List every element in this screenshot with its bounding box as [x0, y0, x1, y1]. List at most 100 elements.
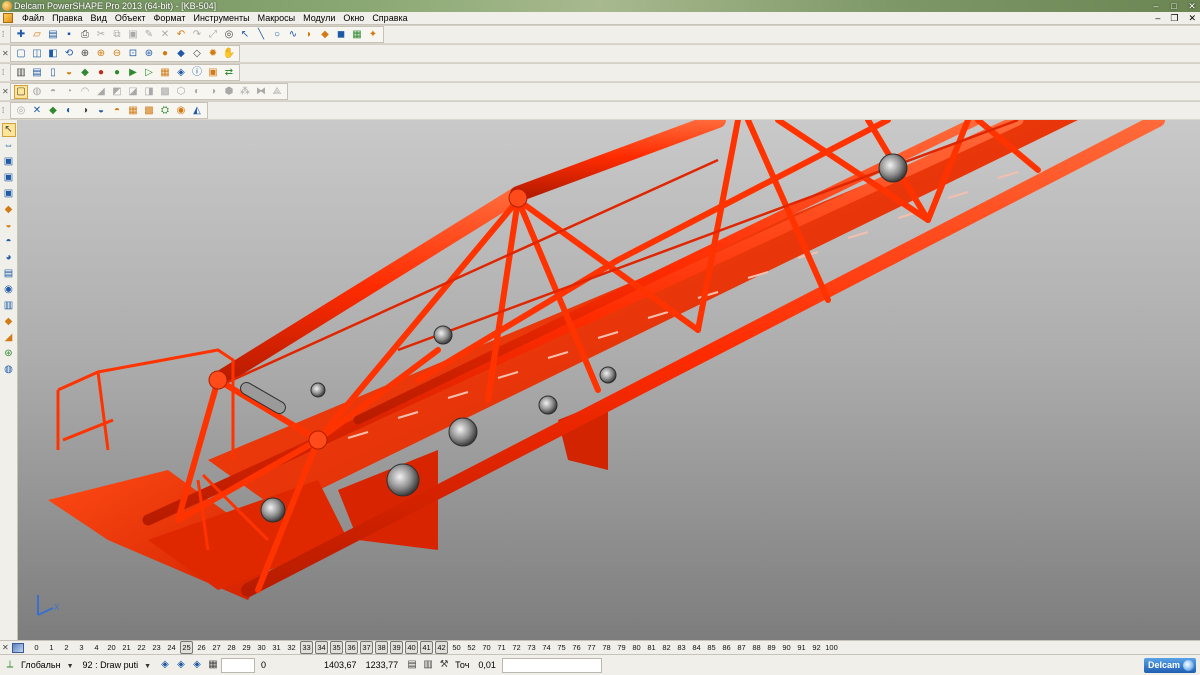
levels-close-icon[interactable]: ✕ — [2, 643, 12, 652]
copy-icon[interactable]: ⧉ — [110, 28, 124, 42]
mesh-icon[interactable]: ▩ — [158, 85, 172, 99]
offset-icon[interactable]: ◑ — [206, 85, 220, 99]
toolbar-grip[interactable]: ⁞ — [2, 30, 8, 39]
level-button-87[interactable]: 87 — [735, 642, 748, 653]
edit-icon[interactable]: ✎ — [142, 28, 156, 42]
toolbar-close-icon[interactable]: ✕ — [2, 49, 9, 58]
level-button-31[interactable]: 31 — [270, 642, 283, 653]
level-button-85[interactable]: 85 — [705, 642, 718, 653]
maximize-button[interactable]: □ — [1168, 1, 1180, 11]
menu-help[interactable]: Справка — [368, 12, 411, 25]
select-arrow-icon[interactable]: ↖ — [1, 123, 16, 137]
level-button-73[interactable]: 73 — [525, 642, 538, 653]
level-button-24[interactable]: 24 — [165, 642, 178, 653]
binoculars-icon[interactable]: ◎ — [222, 28, 236, 42]
level-button-74[interactable]: 74 — [540, 642, 553, 653]
document-icon[interactable] — [3, 13, 13, 23]
level-button-4[interactable]: 4 — [90, 642, 103, 653]
electrode-icon[interactable]: ▣ — [206, 66, 220, 80]
red-ball-icon[interactable]: ● — [94, 66, 108, 80]
globe-tool-icon[interactable]: ⊛ — [2, 347, 16, 361]
graphics-viewport[interactable]: X — [18, 120, 1200, 640]
open-model-icon[interactable]: ▤ — [46, 28, 60, 42]
level-select[interactable]: 92 : Draw puti ▼ — [80, 658, 154, 673]
block-icon[interactable]: ▥ — [2, 299, 16, 313]
save-icon[interactable]: ▪ — [62, 28, 76, 42]
report-icon[interactable]: ▤ — [30, 66, 44, 80]
new-file-icon[interactable]: ✚ — [14, 28, 28, 42]
solid-edit-icon[interactable]: ◒ — [2, 219, 16, 233]
menu-modules[interactable]: Модули — [299, 12, 339, 25]
surface-edit-icon[interactable]: ◆ — [2, 203, 16, 217]
surface-tool-icon[interactable]: ◒ — [62, 66, 76, 80]
toolbar-grip[interactable]: ⁞ — [2, 68, 8, 77]
document-icon[interactable]: ▯ — [46, 66, 60, 80]
level-button-34[interactable]: 34 — [315, 641, 328, 654]
level-button-92[interactable]: 92 — [810, 642, 823, 653]
level-button-88[interactable]: 88 — [750, 642, 763, 653]
cube-front-icon[interactable]: ▢ — [14, 47, 28, 61]
level-button-30[interactable]: 30 — [255, 642, 268, 653]
workplane-icon[interactable]: ▣ — [2, 187, 16, 201]
cylinder-icon[interactable]: ◉ — [2, 283, 16, 297]
cube-iso-icon[interactable]: ◫ — [30, 47, 44, 61]
level-button-41[interactable]: 41 — [420, 641, 433, 654]
light-bulb-icon[interactable]: ✹ — [206, 47, 220, 61]
cube-rotate-icon[interactable]: ⟲ — [62, 47, 76, 61]
level-button-28[interactable]: 28 — [225, 642, 238, 653]
revolve-icon[interactable]: ◔ — [62, 85, 76, 99]
arrows-icon[interactable]: ⇄ — [222, 66, 236, 80]
close-button[interactable]: ✕ — [1186, 1, 1198, 11]
hand-icon[interactable]: ✋ — [222, 47, 236, 61]
undercut-icon[interactable]: ◑ — [78, 104, 92, 118]
mirror-icon[interactable]: ⧓ — [254, 85, 268, 99]
sketch-icon[interactable]: ▢ — [14, 84, 28, 99]
level-button-40[interactable]: 40 — [405, 641, 418, 654]
render-icon[interactable]: ◉ — [174, 104, 188, 118]
curve-icon[interactable]: ∿ — [286, 28, 300, 42]
cut-icon[interactable]: ✂ — [94, 28, 108, 42]
crane-boom-model[interactable]: X — [18, 120, 1200, 640]
menu-file[interactable]: Файл — [18, 12, 48, 25]
levels-icon[interactable] — [12, 642, 24, 653]
minimize-button[interactable]: – — [1150, 1, 1162, 11]
curvature-icon[interactable]: ✕ — [30, 104, 44, 118]
level-button-72[interactable]: 72 — [510, 642, 523, 653]
menu-object[interactable]: Объект — [111, 12, 150, 25]
level-button-86[interactable]: 86 — [720, 642, 733, 653]
solid-icon[interactable]: ◆ — [318, 28, 332, 42]
layer-copy-icon[interactable]: ▣ — [2, 171, 16, 185]
zoom-in-icon[interactable]: ⊕ — [94, 47, 108, 61]
level-button-29[interactable]: 29 — [240, 642, 253, 653]
line-icon[interactable]: ╲ — [254, 28, 268, 42]
level-button-33[interactable]: 33 — [300, 641, 313, 654]
cube-top-icon[interactable]: ◧ — [46, 47, 60, 61]
globe-icon[interactable]: ⊛ — [142, 47, 156, 61]
cone-icon[interactable]: ◢ — [2, 331, 16, 345]
wizard-icon[interactable]: ✦ — [366, 28, 380, 42]
fit-view-icon[interactable]: ⊡ — [126, 47, 140, 61]
level-button-91[interactable]: 91 — [795, 642, 808, 653]
boolean-int-icon[interactable]: ◨ — [142, 85, 156, 99]
doc-restore-button[interactable]: ❐ — [1170, 12, 1178, 25]
menu-window[interactable]: Окно — [339, 12, 368, 25]
level-button-90[interactable]: 90 — [780, 642, 793, 653]
print-icon[interactable]: ⎙ — [78, 28, 92, 42]
menu-format[interactable]: Формат — [150, 12, 190, 25]
thicken-icon[interactable]: ⬢ — [222, 85, 236, 99]
gem-icon[interactable]: ◆ — [2, 315, 16, 329]
level-button-42[interactable]: 42 — [435, 641, 448, 654]
level-button-0[interactable]: 0 — [30, 642, 43, 653]
level-tool-icon[interactable]: ◈ — [190, 658, 204, 672]
split-icon[interactable]: ◐ — [190, 85, 204, 99]
morph-icon[interactable]: ⬡ — [174, 85, 188, 99]
layer-icon[interactable]: ▦ — [350, 28, 364, 42]
play-icon[interactable]: ▶ — [126, 66, 140, 80]
doc-close-button[interactable]: ✕ — [1188, 12, 1196, 25]
workplane-select[interactable]: Глобальн ▼ — [18, 658, 77, 673]
snap-grid-icon[interactable]: ▥ — [421, 658, 435, 672]
level-button-37[interactable]: 37 — [360, 641, 373, 654]
zoom-window-icon[interactable]: ⊕ — [78, 47, 92, 61]
level-button-71[interactable]: 71 — [495, 642, 508, 653]
chamfer-icon[interactable]: ◢ — [94, 85, 108, 99]
